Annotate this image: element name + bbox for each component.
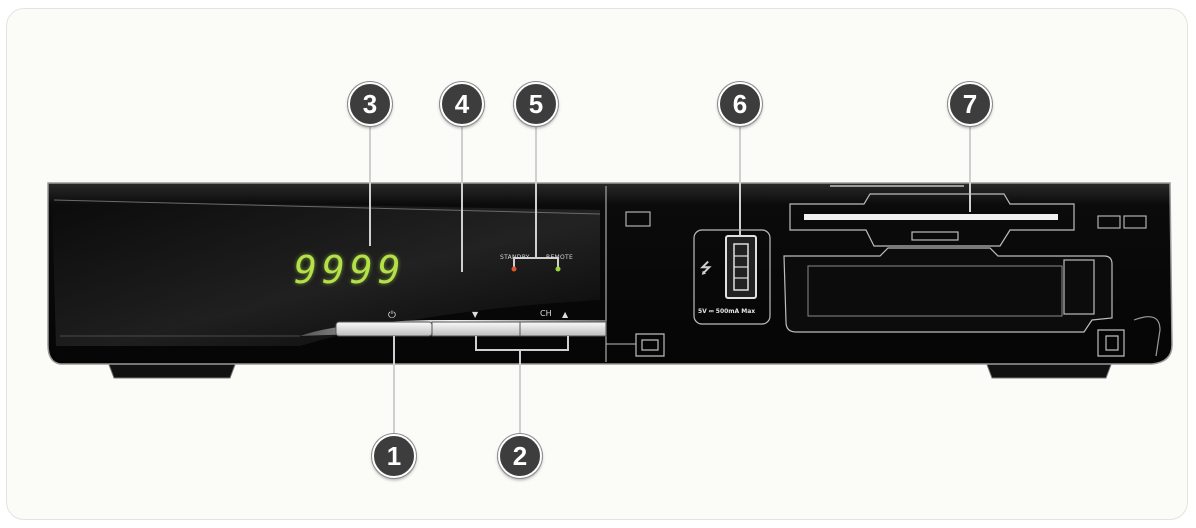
power-button[interactable] (335, 321, 433, 337)
standby-label: STANDBY (500, 254, 530, 261)
callout-6: 6 (718, 82, 762, 126)
remote-label: REMOTE (546, 254, 574, 261)
callout-2: 2 (498, 434, 542, 478)
chevron-down-icon: ▼ (472, 310, 479, 319)
standby-led (511, 266, 517, 272)
flap-door[interactable] (783, 247, 1113, 333)
callout-7: 7 (948, 82, 992, 126)
chevron-up-icon: ▲ (562, 310, 569, 319)
set-top-box (47, 124, 1173, 438)
usb-icon: ⭍ (700, 261, 712, 277)
remote-led (555, 266, 561, 272)
card-slot[interactable] (804, 214, 1058, 220)
callout-1: 1 (372, 434, 416, 478)
callout-4: 4 (440, 82, 484, 126)
usb-spec-label: 5V ⎓ 500mA Max (698, 308, 756, 315)
channel-down-button[interactable] (431, 321, 521, 337)
callout-3: 3 (348, 82, 392, 126)
channel-up-button[interactable] (519, 321, 607, 337)
callout-5: 5 (514, 82, 558, 126)
channel-label: CH (540, 309, 552, 318)
power-icon: ⏻ (388, 310, 396, 321)
led-display: 9999 (294, 248, 406, 292)
